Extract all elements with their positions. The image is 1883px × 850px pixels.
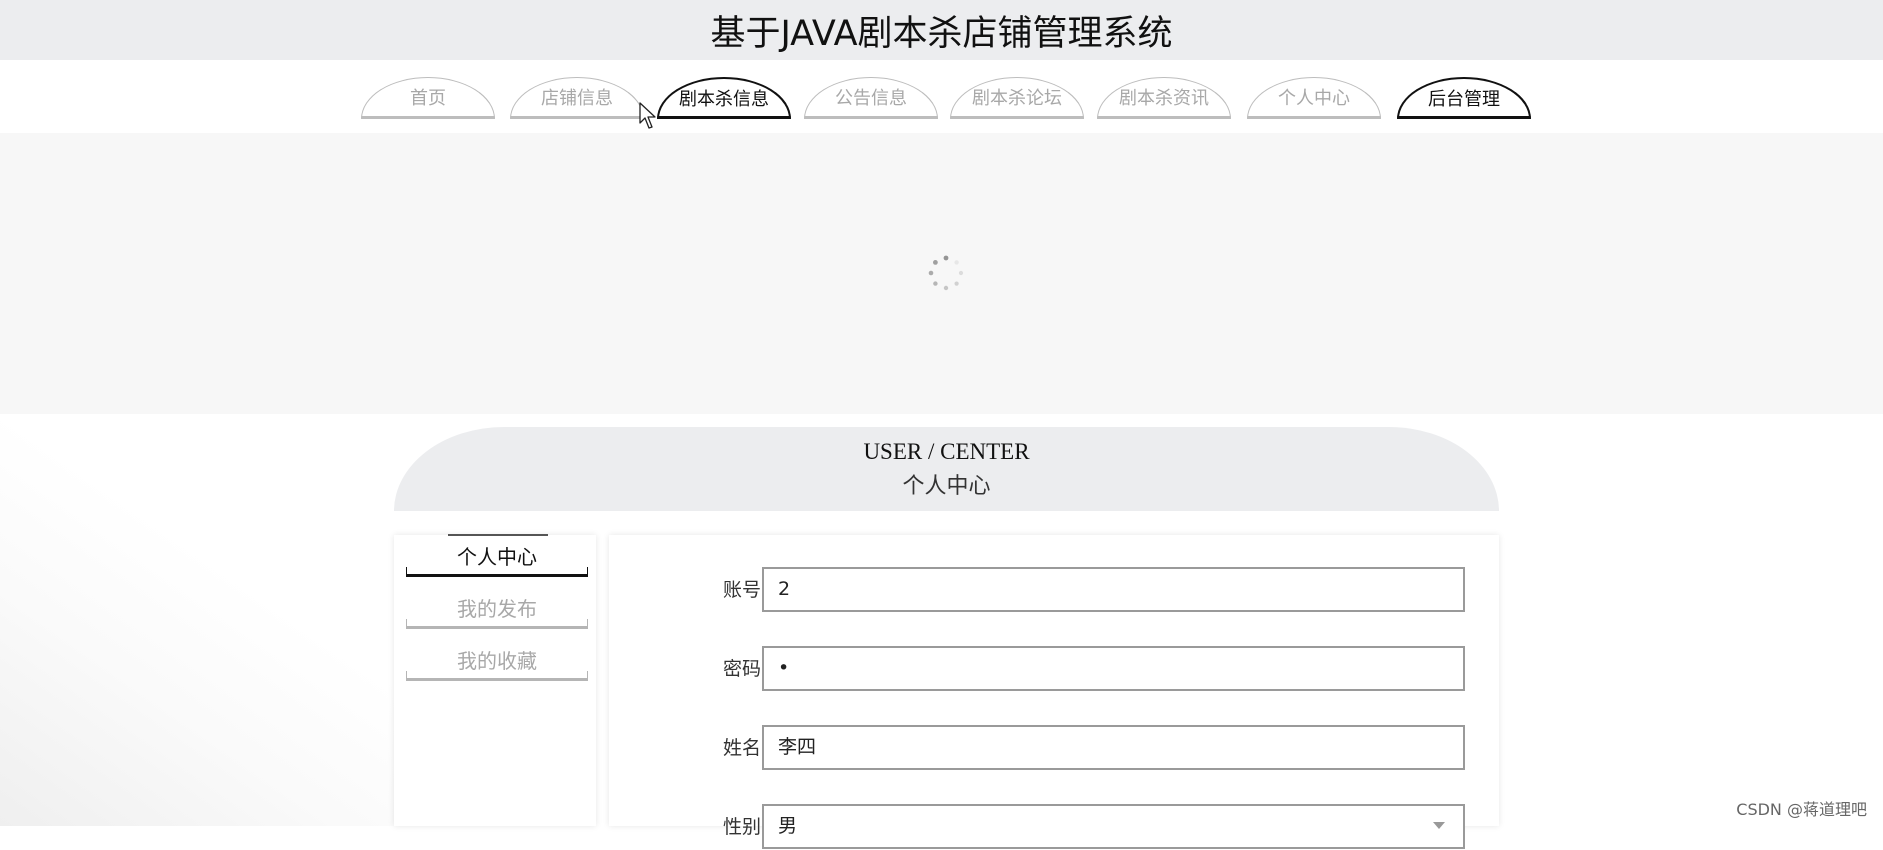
gender-select-value: 男 <box>778 815 798 837</box>
user-center-sidebar: 个人中心 我的发布 我的收藏 <box>394 534 596 826</box>
account-field[interactable]: 2 <box>762 567 1465 612</box>
spinner-icon <box>928 255 964 291</box>
profile-form: 账号 2 密码 • 姓名 李四 性别 男 <box>609 535 1499 849</box>
form-row-name: 姓名 李四 <box>609 725 1499 771</box>
main-nav: 首页 店铺信息 剧本杀信息 公告信息 剧本杀论坛 剧本杀资讯 个人中心 后台管理 <box>0 60 1883 133</box>
password-label: 密码 <box>722 658 761 680</box>
sidebar-item-user-center[interactable]: 个人中心 <box>406 537 588 577</box>
form-row-account: 账号 2 <box>609 567 1499 613</box>
mouse-cursor-icon <box>639 102 656 129</box>
gender-select[interactable]: 男 <box>762 804 1465 849</box>
nav-tab-script-info[interactable]: 剧本杀信息 <box>657 77 791 119</box>
sidebar-item-my-favorites[interactable]: 我的收藏 <box>406 641 588 681</box>
nav-tab-announcements[interactable]: 公告信息 <box>804 77 938 119</box>
section-title-en: USER / CENTER <box>863 439 1030 464</box>
sidebar-top-accent <box>448 534 548 536</box>
form-row-password: 密码 • <box>609 646 1499 692</box>
nav-tab-forum[interactable]: 剧本杀论坛 <box>950 77 1084 119</box>
form-row-gender: 性别 男 <box>609 804 1499 850</box>
nav-tab-user-center[interactable]: 个人中心 <box>1247 77 1381 119</box>
password-field[interactable]: • <box>762 646 1465 691</box>
section-title-cn: 个人中心 <box>902 474 991 499</box>
title-bar: 基于JAVA剧本杀店铺管理系统 <box>0 0 1883 60</box>
nav-tab-admin[interactable]: 后台管理 <box>1397 77 1531 119</box>
background-gradient <box>0 414 400 826</box>
user-center-header: USER / CENTER 个人中心 <box>394 427 1499 511</box>
name-field[interactable]: 李四 <box>762 725 1465 770</box>
sidebar-item-my-posts[interactable]: 我的发布 <box>406 589 588 629</box>
nav-tab-store-info[interactable]: 店铺信息 <box>510 77 644 119</box>
name-label: 姓名 <box>722 737 761 759</box>
nav-tab-home[interactable]: 首页 <box>361 77 495 119</box>
nav-tab-news[interactable]: 剧本杀资讯 <box>1097 77 1231 119</box>
watermark: CSDN @蒋道理吧 <box>1736 800 1867 819</box>
gender-label: 性别 <box>722 816 761 838</box>
account-label: 账号 <box>722 579 761 601</box>
page-title: 基于JAVA剧本杀店铺管理系统 <box>710 13 1173 54</box>
